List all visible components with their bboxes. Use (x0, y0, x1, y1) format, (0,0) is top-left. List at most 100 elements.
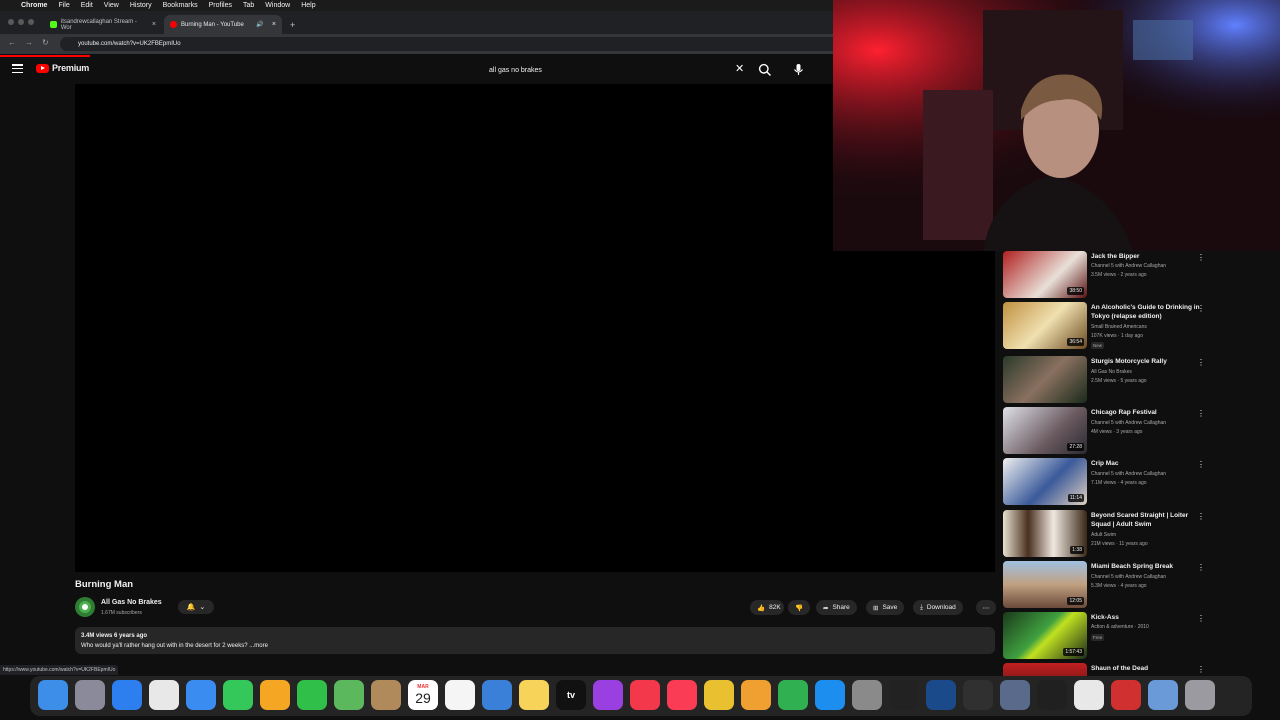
close-icon[interactable]: × (152, 21, 156, 28)
channel-name[interactable]: All Gas No Brakes (101, 599, 162, 606)
menu-edit[interactable]: Edit (81, 2, 93, 9)
recommendation-item[interactable]: 27:28 Chicago Rap Festival Channel 5 wit… (1003, 407, 1205, 455)
back-icon[interactable]: ← (8, 38, 16, 47)
recommendation-channel[interactable]: Channel 5 with Andrew Callaghan (1091, 263, 1166, 269)
podcasts-icon[interactable] (593, 680, 623, 710)
window-minimize-button[interactable] (18, 19, 24, 25)
menu-bookmarks[interactable]: Bookmarks (163, 2, 198, 9)
recommendation-title[interactable]: Beyond Scared Straight | Loiter Squad | … (1091, 511, 1201, 529)
more-vert-icon[interactable]: ⋮ (1197, 512, 1205, 521)
more-vert-icon[interactable]: ⋮ (1197, 358, 1205, 367)
video-thumbnail[interactable]: 1:57:43 (1003, 612, 1087, 659)
search-icon[interactable] (758, 63, 772, 77)
more-vert-icon[interactable]: ⋮ (1197, 614, 1205, 623)
safari-icon[interactable] (112, 680, 142, 710)
window-zoom-button[interactable] (28, 19, 34, 25)
messages-icon[interactable] (223, 680, 253, 710)
more-vert-icon[interactable]: ⋮ (1197, 304, 1205, 313)
forward-icon[interactable]: → (25, 38, 33, 47)
share-button[interactable]: ➦ Share (816, 600, 857, 615)
pages-icon[interactable] (741, 680, 771, 710)
recommendation-title[interactable]: Jack the Bipper (1091, 252, 1201, 261)
channel-avatar[interactable] (75, 597, 95, 617)
recommendation-channel[interactable]: Channel 5 with Andrew Callaghan (1091, 471, 1166, 477)
reminders-icon[interactable] (445, 680, 475, 710)
menu-help[interactable]: Help (301, 2, 315, 9)
youtube-premium-logo[interactable]: Premium (36, 63, 89, 73)
dislike-button[interactable]: 👎 (788, 600, 810, 615)
recommendation-title[interactable]: An Alcoholic's Guide to Drinking in Toky… (1091, 303, 1201, 321)
recommendation-item[interactable]: Shaun of the Dead ⋮ (1003, 663, 1203, 676)
tab-youtube[interactable]: Burning Man - YouTube 🔊 × (164, 15, 282, 34)
trash-icon[interactable] (1185, 680, 1215, 710)
folder-icon[interactable] (1148, 680, 1178, 710)
recommendation-channel[interactable]: Channel 5 with Andrew Callaghan (1091, 574, 1166, 580)
obs-icon[interactable] (963, 680, 993, 710)
video-thumbnail[interactable] (1003, 663, 1087, 676)
video-thumbnail[interactable]: 1:38 (1003, 510, 1087, 557)
apple-tv-icon[interactable]: tv (556, 680, 586, 710)
news-icon[interactable] (630, 680, 660, 710)
recommendation-channel[interactable]: Adult Swim (1091, 532, 1116, 538)
menu-icon[interactable] (12, 64, 23, 73)
screenshot-icon[interactable] (1000, 680, 1030, 710)
notifications-button[interactable]: 🔔 ⌄ (178, 600, 214, 614)
instruments-icon[interactable] (704, 680, 734, 710)
music-icon[interactable] (667, 680, 697, 710)
more-vert-icon[interactable]: ⋮ (1197, 563, 1205, 572)
final-cut-icon[interactable] (889, 680, 919, 710)
video-thumbnail[interactable] (1003, 356, 1087, 403)
recommendation-item[interactable]: 12:05 Miami Beach Spring Break Channel 5… (1003, 561, 1205, 609)
video-thumbnail[interactable]: 36:54 (1003, 302, 1087, 349)
recommendation-channel[interactable]: Channel 5 with Andrew Callaghan (1091, 420, 1166, 426)
system-settings-icon[interactable] (852, 680, 882, 710)
microphone-icon[interactable] (791, 62, 806, 77)
numbers-icon[interactable] (778, 680, 808, 710)
finder-icon[interactable] (38, 680, 68, 710)
video-thumbnail[interactable]: 27:28 (1003, 407, 1087, 454)
recommendation-title[interactable]: Sturgis Motorcycle Rally (1091, 357, 1201, 366)
recommendation-item[interactable]: 36:54 An Alcoholic's Guide to Drinking i… (1003, 302, 1205, 350)
recommendation-item[interactable]: 11:14 Crip Mac Channel 5 with Andrew Cal… (1003, 458, 1205, 506)
menu-tab[interactable]: Tab (243, 2, 254, 9)
description-box[interactable]: 3.4M views 6 years ago Who would ya'll r… (75, 627, 995, 654)
download-button[interactable]: ⤓ Download (913, 600, 963, 615)
window-close-button[interactable] (8, 19, 14, 25)
pdf-icon[interactable] (1111, 680, 1141, 710)
maps-icon[interactable] (334, 680, 364, 710)
recommendation-title[interactable]: Crip Mac (1091, 459, 1201, 468)
close-icon[interactable]: × (272, 21, 276, 28)
speaker-icon[interactable]: 🔊 (256, 21, 263, 28)
recommendation-item[interactable]: 1:57:43 Kick-Ass Action & adventure · 20… (1003, 612, 1205, 660)
photos-icon[interactable] (260, 680, 290, 710)
recommendation-title[interactable]: Chicago Rap Festival (1091, 408, 1201, 417)
menu-view[interactable]: View (104, 2, 119, 9)
menu-window[interactable]: Window (265, 2, 290, 9)
menu-profiles[interactable]: Profiles (209, 2, 232, 9)
new-tab-button[interactable]: + (284, 15, 298, 34)
recommendation-title[interactable]: Shaun of the Dead (1091, 664, 1201, 673)
script-editor-icon[interactable] (1037, 680, 1067, 710)
like-button[interactable]: 👍 82K (750, 600, 784, 615)
facetime-icon[interactable] (297, 680, 327, 710)
contacts-icon[interactable] (371, 680, 401, 710)
more-vert-icon[interactable]: ⋮ (1197, 253, 1205, 262)
keynote-icon[interactable] (482, 680, 512, 710)
video-thumbnail[interactable]: 38:50 (1003, 251, 1087, 298)
more-vert-icon[interactable]: ⋮ (1197, 665, 1203, 674)
recommendation-channel[interactable]: All Gas No Brakes (1091, 369, 1132, 375)
clear-search-icon[interactable]: ✕ (735, 63, 744, 75)
app-store-icon[interactable] (815, 680, 845, 710)
search-input[interactable]: all gas no brakes (483, 60, 753, 80)
notes-icon[interactable] (519, 680, 549, 710)
recommendation-item[interactable]: Sturgis Motorcycle Rally All Gas No Brak… (1003, 356, 1205, 404)
chrome-icon[interactable] (149, 680, 179, 710)
recommendation-title[interactable]: Kick-Ass (1091, 613, 1201, 622)
more-vert-icon[interactable]: ⋮ (1197, 460, 1205, 469)
launchpad-icon[interactable] (75, 680, 105, 710)
recommendation-title[interactable]: Miami Beach Spring Break (1091, 562, 1201, 571)
video-thumbnail[interactable]: 12:05 (1003, 561, 1087, 608)
quicktime-icon[interactable] (926, 680, 956, 710)
recommendation-item[interactable]: 1:38 Beyond Scared Straight | Loiter Squ… (1003, 510, 1205, 558)
menu-history[interactable]: History (130, 2, 152, 9)
